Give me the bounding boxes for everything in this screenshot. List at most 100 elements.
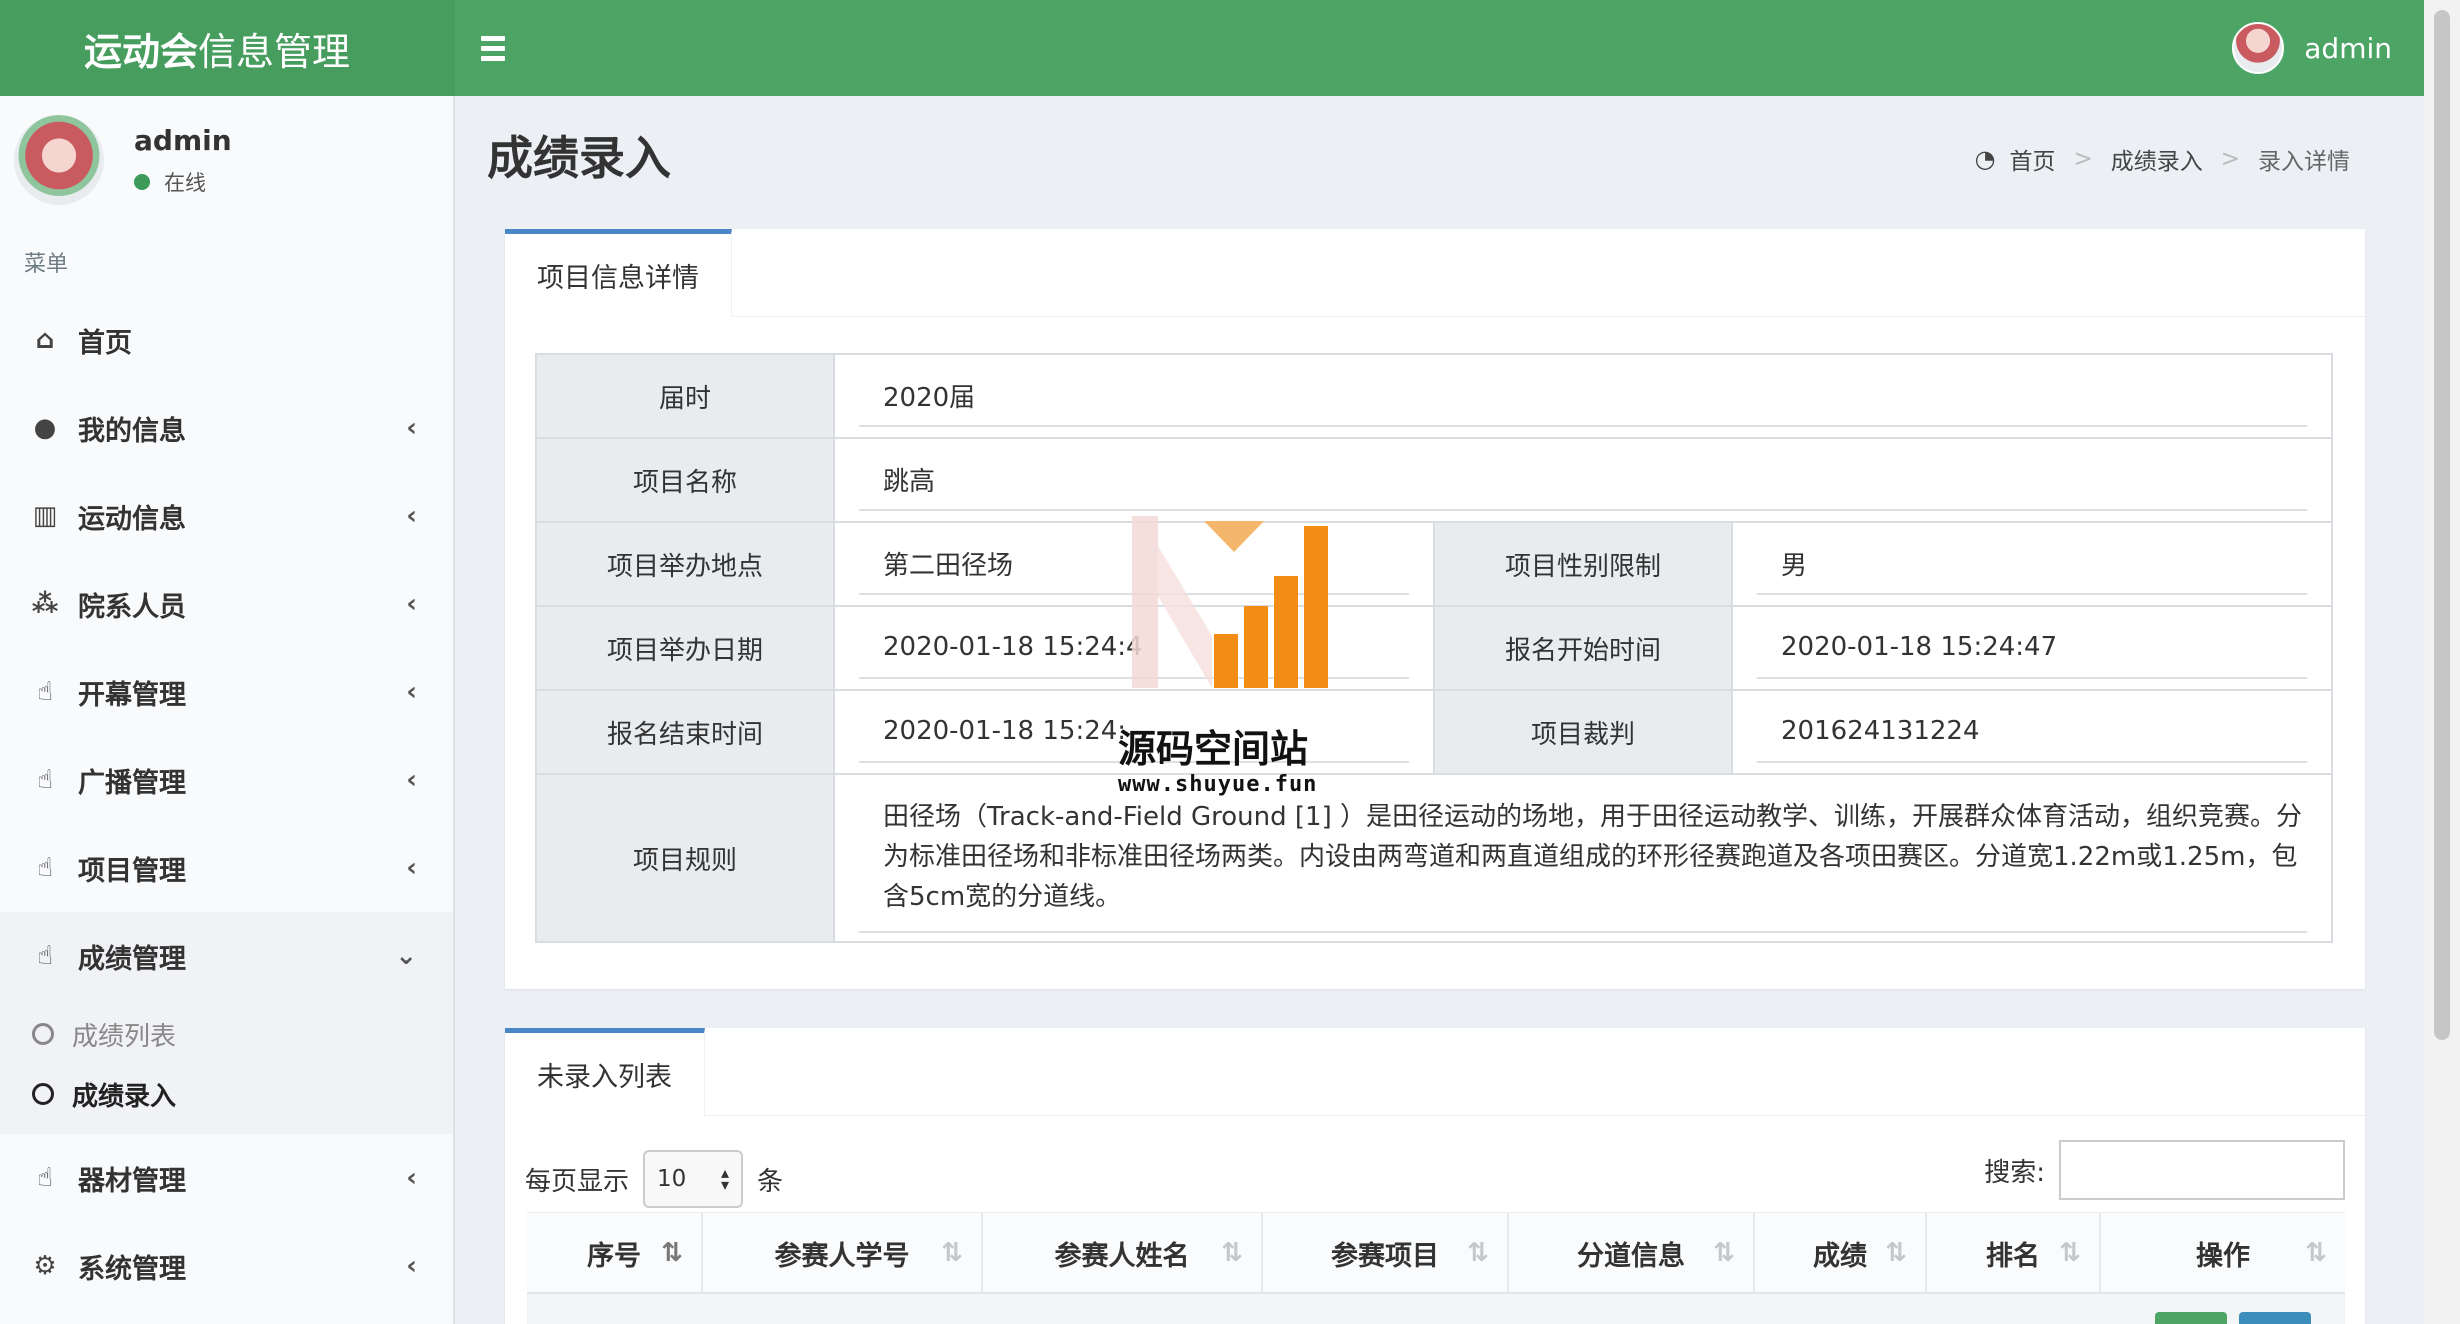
chevron-left-icon: ‹ bbox=[406, 765, 417, 795]
vertical-scrollbar[interactable] bbox=[2424, 0, 2460, 1324]
user-panel: admin 在线 bbox=[0, 96, 453, 224]
column-header-score[interactable]: 成绩 ⇅ bbox=[1755, 1213, 1927, 1293]
tab-project-detail[interactable]: 项目信息详情 bbox=[505, 229, 732, 317]
thumbs-up-icon: ☝ bbox=[37, 765, 53, 795]
chevron-left-icon: ‹ bbox=[406, 677, 417, 707]
chevron-left-icon: ‹ bbox=[406, 1163, 417, 1193]
chevron-left-icon: ‹ bbox=[406, 501, 417, 531]
sidebar-item-sports-info[interactable]: ▥ 运动信息 ‹ bbox=[0, 472, 453, 560]
top-header: 运动会 信息管理 admin bbox=[0, 0, 2424, 96]
sort-asc-icon: ⇅ bbox=[661, 1238, 683, 1268]
breadcrumb-current: 录入详情 bbox=[2258, 149, 2350, 175]
circle-icon bbox=[32, 1023, 54, 1045]
bar-chart-icon: ▥ bbox=[32, 501, 58, 531]
header-avatar bbox=[2232, 22, 2285, 74]
sort-icon: ⇅ bbox=[1467, 1238, 1489, 1268]
scores-submenu: 成绩列表 成绩录入 bbox=[0, 1000, 453, 1134]
chevron-left-icon: ‹ bbox=[406, 589, 417, 619]
header-username: admin bbox=[2304, 31, 2392, 65]
page-length-select[interactable]: 10 ▴ ▾ bbox=[643, 1150, 744, 1208]
pending-list-box: 未录入列表 每页显示 10 ▴ ▾ 条 搜索: 序号 ⇅ 参赛人学号 ⇅ 参赛人姓名 ⇅… bbox=[505, 1028, 2365, 1324]
tab-pending-list[interactable]: 未录入列表 bbox=[505, 1028, 705, 1116]
table-header: 序号 ⇅ 参赛人学号 ⇅ 参赛人姓名 ⇅ 参赛项目 ⇅ 分道信息 ⇅ 成绩 ⇅ 排名 ⇅ 操作… bbox=[527, 1212, 2345, 1293]
sort-icon: ⇅ bbox=[1885, 1238, 1907, 1268]
project-name-label: 项目名称 bbox=[535, 437, 835, 523]
signup-start-value: 2020-01-18 15:24:47 bbox=[1757, 617, 2307, 679]
project-detail-table: 届时 2020届 项目名称 跳高 项目举办地点 第二田径场 项目性别限制 男 项… bbox=[535, 353, 2333, 943]
column-header-actions[interactable]: 操作 ⇅ bbox=[2101, 1213, 2345, 1293]
scrollbar-thumb[interactable] bbox=[2434, 10, 2450, 1040]
thumbs-up-icon: ☝ bbox=[37, 677, 53, 707]
home-icon: ⌂ bbox=[35, 325, 55, 355]
gender-value: 男 bbox=[1757, 533, 2307, 595]
column-header-lane[interactable]: 分道信息 ⇅ bbox=[1509, 1213, 1755, 1293]
menu-toggle-icon[interactable] bbox=[481, 0, 517, 96]
gear-icon: ⚙ bbox=[33, 1251, 57, 1281]
sidebar-item-opening[interactable]: ☝ 开幕管理 ‹ bbox=[0, 648, 453, 736]
session-value: 2020届 bbox=[859, 365, 2307, 427]
column-header-student-id[interactable]: 参赛人学号 ⇅ bbox=[703, 1213, 983, 1293]
menu-header: 菜单 bbox=[24, 252, 69, 277]
user-menu[interactable]: admin bbox=[2232, 22, 2424, 74]
logo-bold-text: 运动会 bbox=[84, 29, 199, 74]
venue-value: 第二田径场 bbox=[859, 533, 1409, 595]
users-icon: ⁂ bbox=[31, 589, 59, 619]
row-action-button[interactable] bbox=[2155, 1312, 2227, 1324]
gender-label: 项目性别限制 bbox=[1433, 521, 1733, 607]
page-length-control: 每页显示 10 ▴ ▾ 条 bbox=[525, 1150, 783, 1208]
online-status: 在线 bbox=[134, 167, 232, 197]
column-header-name[interactable]: 参赛人姓名 ⇅ bbox=[983, 1213, 1263, 1293]
column-header-rank[interactable]: 排名 ⇅ bbox=[1927, 1213, 2101, 1293]
event-date-value: 2020-01-18 15:24:4 bbox=[859, 617, 1409, 679]
rules-label: 项目规则 bbox=[535, 773, 835, 943]
column-header-index[interactable]: 序号 ⇅ bbox=[527, 1213, 703, 1293]
sort-icon: ⇅ bbox=[1713, 1238, 1735, 1268]
project-detail-box: 项目信息详情 届时 2020届 项目名称 跳高 项目举办地点 第二田径场 项目性… bbox=[505, 229, 2365, 989]
sidebar-item-scores[interactable]: ☝ 成绩管理 ⌄ bbox=[0, 912, 453, 1000]
sort-icon: ⇅ bbox=[1221, 1238, 1243, 1268]
event-date-label: 项目举办日期 bbox=[535, 605, 835, 691]
dashboard-icon: ◔ bbox=[1974, 145, 1996, 173]
chevron-left-icon: ‹ bbox=[406, 853, 417, 883]
sidebar-item-projects[interactable]: ☝ 项目管理 ‹ bbox=[0, 824, 453, 912]
status-dot-icon bbox=[134, 173, 150, 190]
sidebar: admin 在线 菜单 ⌂ 首页 ● 我的信息 ‹ ▥ 运动信息 ‹ ⁂ 院系人… bbox=[0, 96, 455, 1324]
app-logo[interactable]: 运动会 信息管理 bbox=[0, 0, 455, 96]
sidebar-item-broadcast[interactable]: ☝ 广播管理 ‹ bbox=[0, 736, 453, 824]
table-row bbox=[527, 1292, 2345, 1324]
sort-icon: ⇅ bbox=[2059, 1238, 2081, 1268]
circle-icon bbox=[32, 1083, 54, 1105]
sidebar-item-home[interactable]: ⌂ 首页 bbox=[0, 296, 453, 384]
chevron-down-icon: ⌄ bbox=[395, 941, 417, 971]
rules-value: 田径场（Track-and-Field Ground [1] ）是田径运动的场地… bbox=[859, 783, 2307, 933]
chevron-left-icon: ‹ bbox=[406, 413, 417, 443]
breadcrumb-home[interactable]: 首页 bbox=[2009, 142, 2055, 176]
thumbs-up-icon: ☝ bbox=[37, 853, 53, 883]
sidebar-username: admin bbox=[134, 123, 232, 157]
watermark-text: 源码空间站 bbox=[1118, 727, 1309, 771]
page-title: 成绩录入 bbox=[487, 131, 671, 185]
breadcrumb-score-entry[interactable]: 成绩录入 bbox=[2111, 142, 2203, 176]
thumbs-up-icon: ☝ bbox=[37, 941, 53, 971]
project-name-value: 跳高 bbox=[859, 449, 2307, 511]
sidebar-subitem-score-entry[interactable]: 成绩录入 bbox=[0, 1064, 453, 1124]
breadcrumb: ◔ 首页 > 成绩录入 > 录入详情 bbox=[1974, 142, 2350, 176]
venue-label: 项目举办地点 bbox=[535, 521, 835, 607]
sidebar-item-equipment[interactable]: ☝ 器材管理 ‹ bbox=[0, 1134, 453, 1222]
row-action-button[interactable] bbox=[2239, 1312, 2311, 1324]
chevron-left-icon: ‹ bbox=[406, 1251, 417, 1281]
column-header-event[interactable]: 参赛项目 ⇅ bbox=[1263, 1213, 1509, 1293]
signup-start-label: 报名开始时间 bbox=[1433, 605, 1733, 691]
sidebar-subitem-score-list[interactable]: 成绩列表 bbox=[0, 1004, 453, 1064]
sidebar-avatar bbox=[14, 115, 104, 205]
signup-end-label: 报名结束时间 bbox=[535, 689, 835, 775]
search-control: 搜索: bbox=[1984, 1140, 2345, 1200]
search-input[interactable] bbox=[2059, 1140, 2345, 1200]
sidebar-item-my-info[interactable]: ● 我的信息 ‹ bbox=[0, 384, 453, 472]
sidebar-item-system[interactable]: ⚙ 系统管理 ‹ bbox=[0, 1222, 453, 1310]
logo-text: 信息管理 bbox=[198, 29, 351, 74]
sidebar-item-department-staff[interactable]: ⁂ 院系人员 ‹ bbox=[0, 560, 453, 648]
select-arrows-icon: ▴ ▾ bbox=[720, 1163, 730, 1194]
session-label: 届时 bbox=[535, 353, 835, 439]
main-content: 成绩录入 ◔ 首页 > 成绩录入 > 录入详情 项目信息详情 届时 2020届 … bbox=[457, 96, 2424, 1324]
